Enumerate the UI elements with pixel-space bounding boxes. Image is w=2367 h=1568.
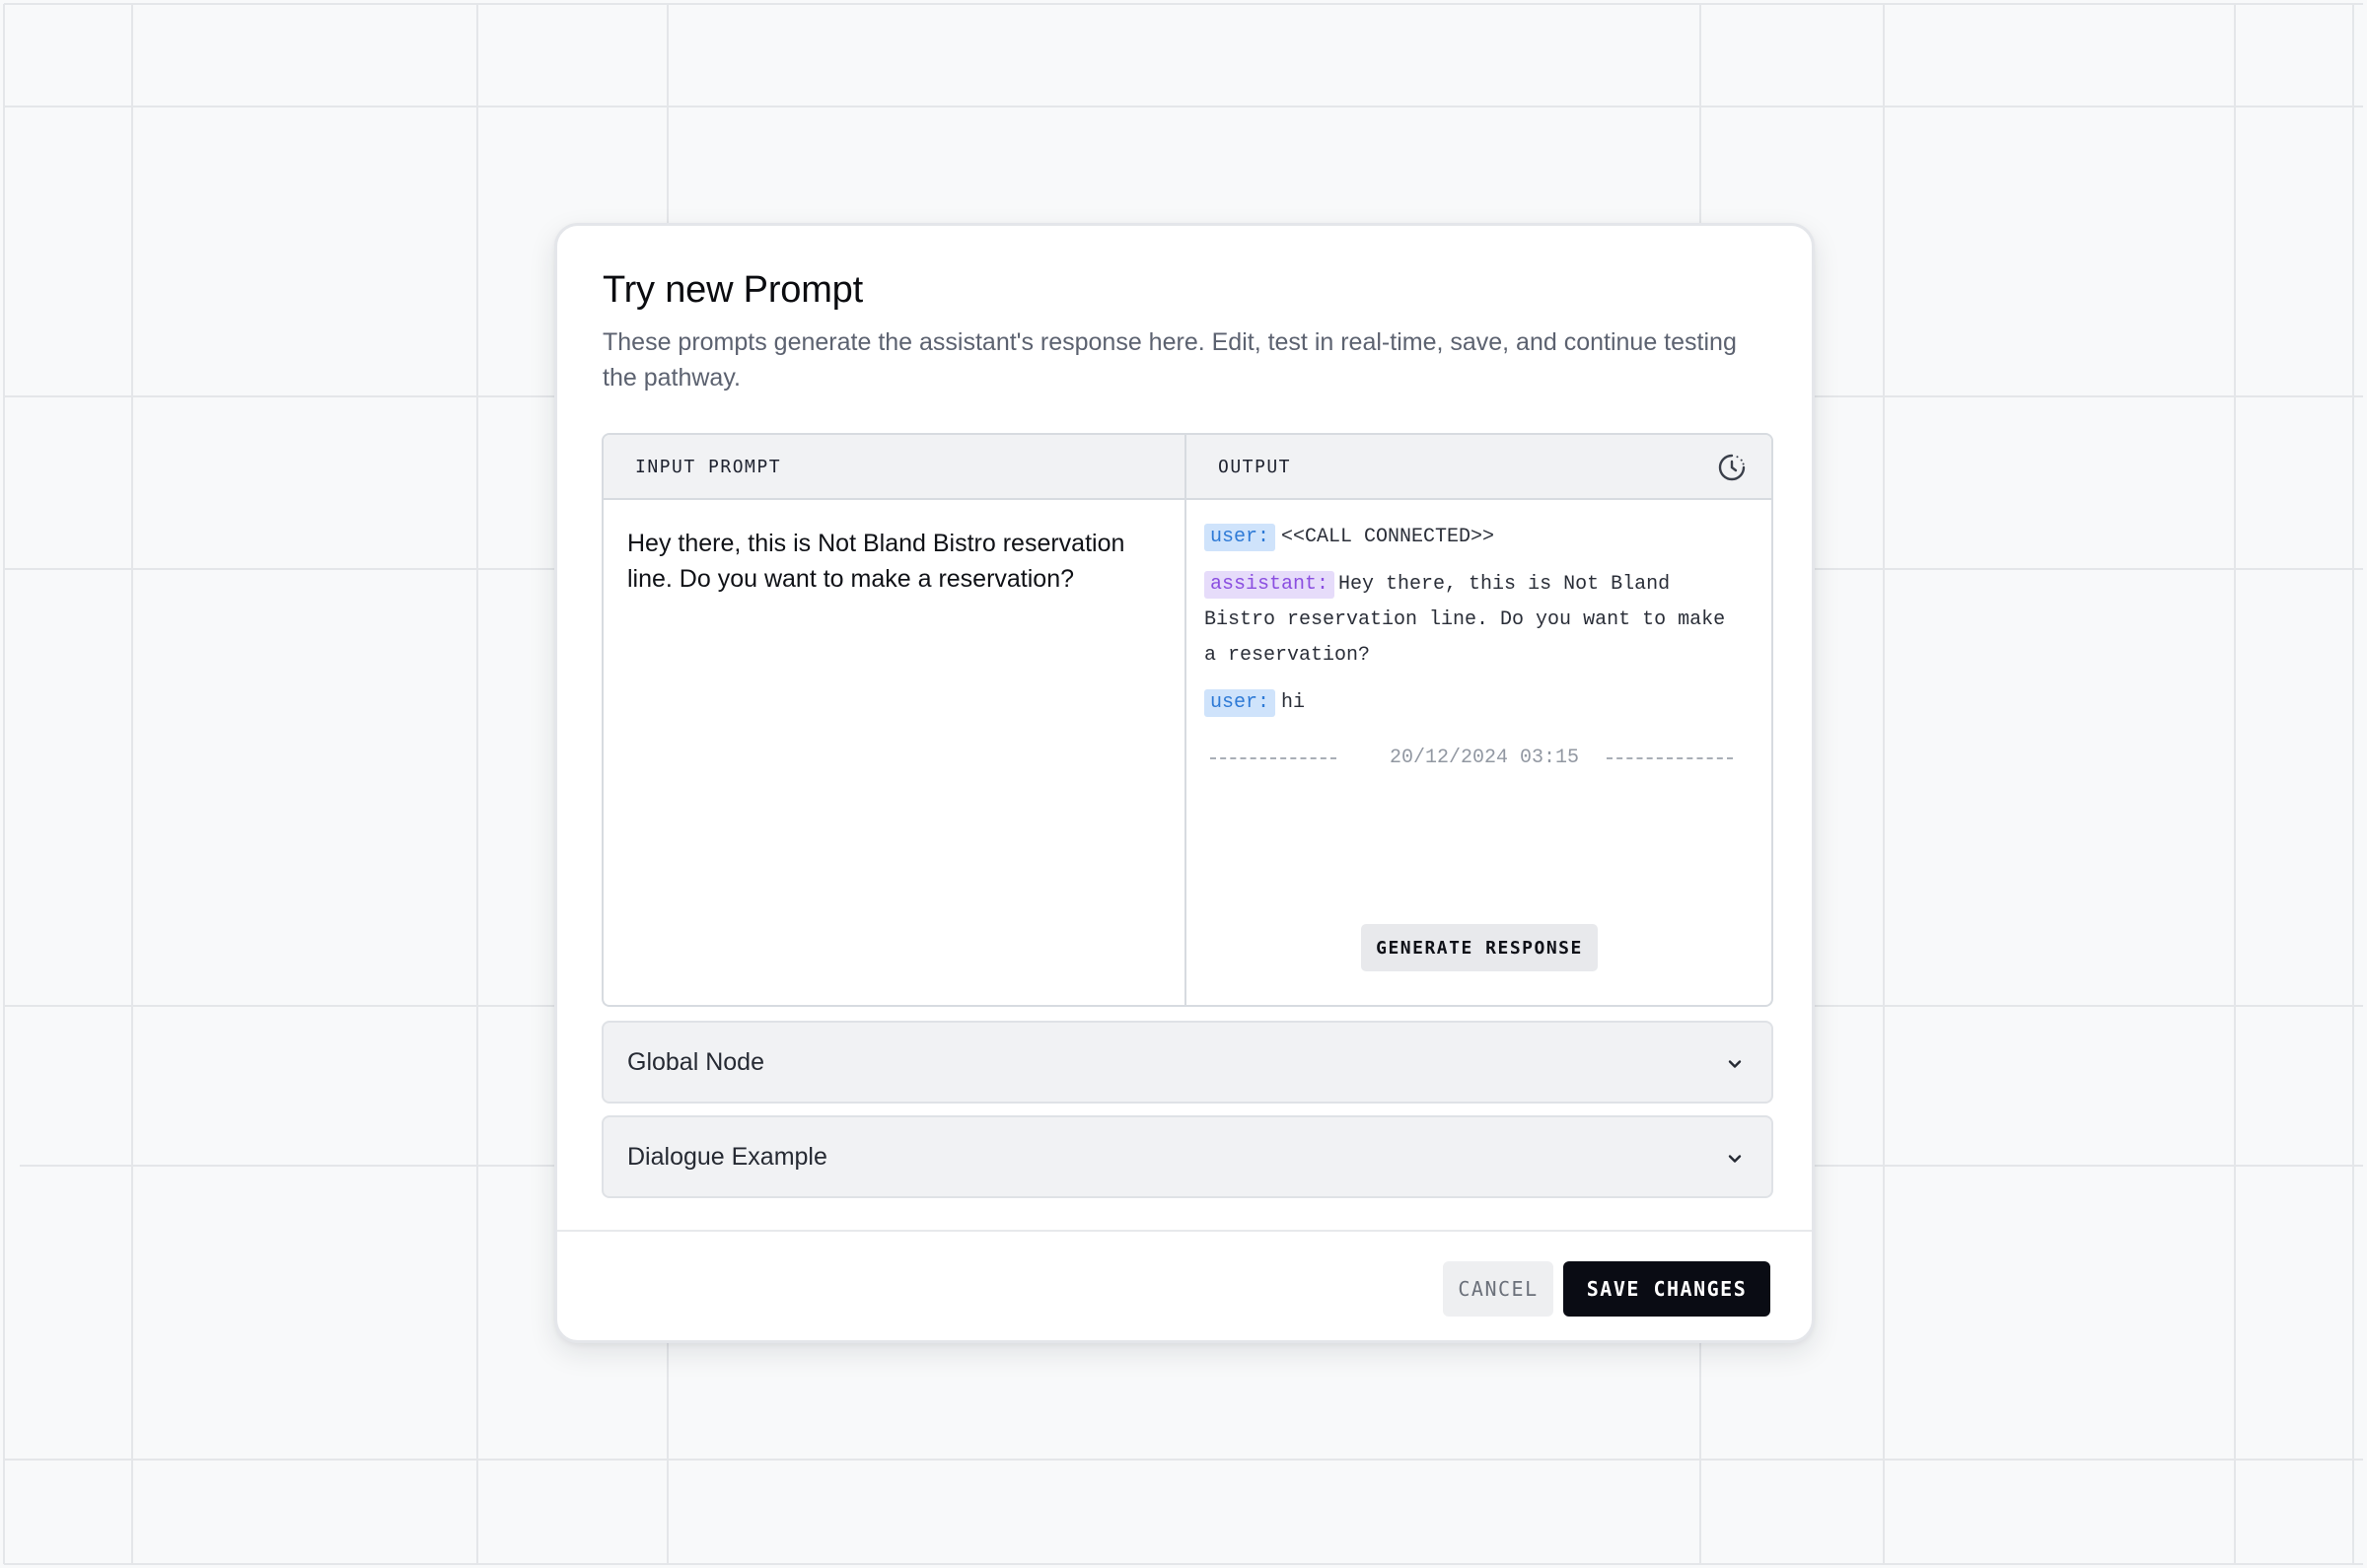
input-pane: INPUT PROMPT Hey there, this is Not Blan… xyxy=(604,435,1186,1005)
prompt-panel: INPUT PROMPT Hey there, this is Not Blan… xyxy=(602,433,1773,1007)
input-prompt-header: INPUT PROMPT xyxy=(604,435,1184,500)
transcript-message: user: <<CALL CONNECTED>> xyxy=(1204,520,1744,555)
output-pane: OUTPUT user: <<CALL CONNECTED>> assistant… xyxy=(1186,435,1771,1005)
output-header-label: OUTPUT xyxy=(1218,456,1292,477)
accordion-label: Global Node xyxy=(627,1047,764,1076)
dashed-line xyxy=(1607,757,1734,759)
message-text: <<CALL CONNECTED>> xyxy=(1281,526,1495,548)
accordion-label: Dialogue Example xyxy=(627,1142,827,1171)
transcript-message: user: hi xyxy=(1204,685,1744,721)
chevron-down-icon xyxy=(1728,1155,1742,1163)
footer-divider xyxy=(557,1230,1812,1232)
generate-response-button[interactable]: GENERATE RESPONSE xyxy=(1361,924,1598,971)
role-tag-user: user: xyxy=(1204,524,1276,551)
accordion-global-node[interactable]: Global Node xyxy=(602,1021,1773,1104)
history-button[interactable] xyxy=(1714,450,1750,485)
history-clock-icon xyxy=(1718,454,1746,481)
role-tag-assistant: assistant: xyxy=(1204,571,1335,599)
dashed-line xyxy=(1210,757,1336,759)
chevron-down-icon xyxy=(1728,1060,1742,1068)
timestamp: 20/12/2024 03:15 xyxy=(1390,747,1580,769)
transcript: user: <<CALL CONNECTED>> assistant: Hey th… xyxy=(1204,520,1744,776)
modal-title: Try new Prompt xyxy=(603,269,863,311)
role-tag-user: user: xyxy=(1204,689,1276,717)
try-prompt-modal: Try new Prompt These prompts generate th… xyxy=(554,223,1815,1343)
timestamp-separator: 20/12/2024 03:15 xyxy=(1204,741,1744,776)
message-text: hi xyxy=(1281,691,1306,714)
transcript-message: assistant: Hey there, this is Not Bland B… xyxy=(1204,567,1744,674)
modal-description: These prompts generate the assistant's r… xyxy=(603,328,1737,392)
accordion-dialogue-example[interactable]: Dialogue Example xyxy=(602,1115,1773,1198)
output-header: OUTPUT xyxy=(1186,435,1771,500)
save-changes-button[interactable]: SAVE CHANGES xyxy=(1563,1261,1770,1317)
input-prompt-text[interactable]: Hey there, this is Not Bland Bistro rese… xyxy=(627,526,1161,597)
cancel-button[interactable]: CANCEL xyxy=(1443,1261,1553,1317)
